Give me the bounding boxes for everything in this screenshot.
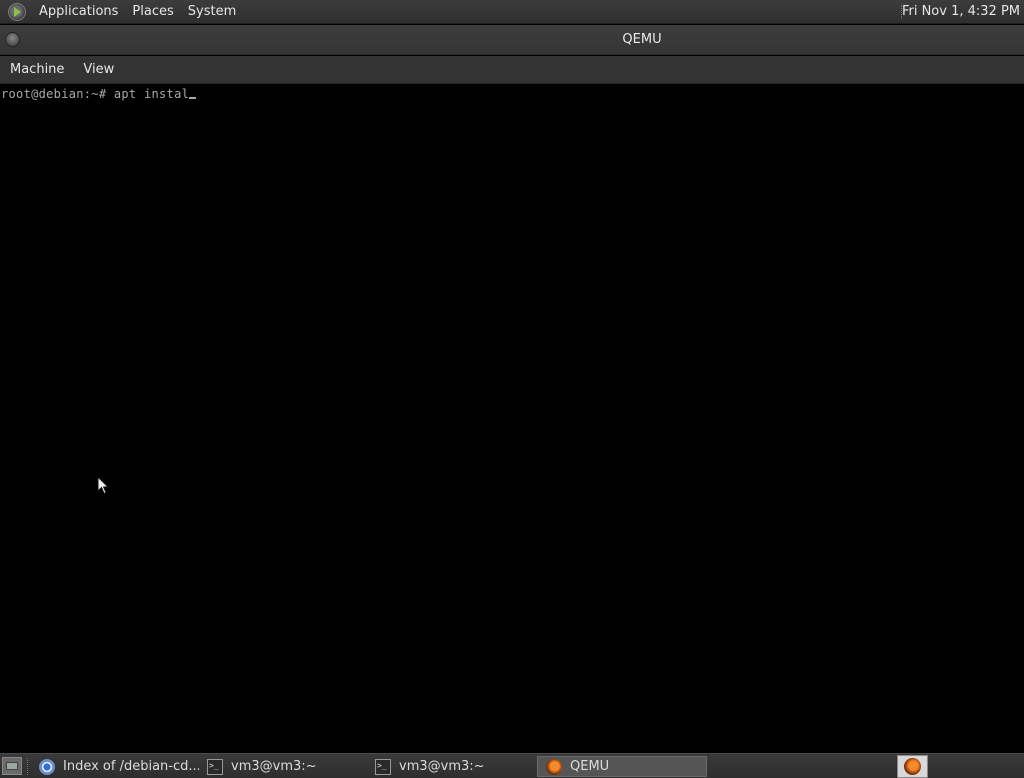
task-qemu[interactable]: QEMU: [537, 756, 707, 777]
mouse-pointer-icon: [97, 476, 109, 495]
terminal-icon: [207, 758, 223, 775]
console-prompt: root@debian:~#: [1, 87, 114, 101]
applications-logo-icon[interactable]: [8, 3, 26, 21]
task-label: QEMU: [570, 759, 610, 774]
task-browser[interactable]: Index of /debian-cd...: [31, 756, 199, 777]
console-line: root@debian:~# apt instal: [1, 87, 197, 101]
menu-places[interactable]: Places: [125, 0, 180, 24]
menu-applications[interactable]: Applications: [32, 0, 125, 24]
menu-view[interactable]: View: [73, 56, 123, 84]
tray-qemu[interactable]: [897, 755, 928, 778]
chromium-icon: [39, 758, 55, 775]
top-panel-menu: Applications Places System: [0, 0, 243, 24]
qemu-icon: [546, 758, 562, 775]
task-label: Index of /debian-cd...: [63, 759, 199, 774]
qemu-menubar: Machine View: [0, 56, 1024, 84]
clock[interactable]: Fri Nov 1, 4:32 PM: [902, 0, 1020, 24]
window-titlebar[interactable]: QEMU: [0, 25, 1024, 55]
menu-system[interactable]: System: [181, 0, 243, 24]
window-title: QEMU: [622, 32, 662, 47]
terminal-icon: [375, 758, 391, 775]
menu-machine[interactable]: Machine: [0, 56, 73, 84]
task-label: vm3@vm3:~: [231, 759, 317, 774]
vm-console[interactable]: root@debian:~# apt instal: [0, 84, 1024, 753]
top-panel: Applications Places System Fri Nov 1, 4:…: [0, 0, 1024, 24]
show-desktop-icon[interactable]: [2, 757, 22, 775]
task-terminal-2[interactable]: vm3@vm3:~: [367, 756, 535, 777]
console-command: apt instal: [113, 87, 190, 101]
task-label: vm3@vm3:~: [399, 759, 485, 774]
qemu-icon: [904, 758, 921, 775]
taskbar: Index of /debian-cd... vm3@vm3:~ vm3@vm3…: [0, 753, 1024, 778]
taskbar-separator: [27, 758, 28, 775]
task-terminal-1[interactable]: vm3@vm3:~: [199, 756, 367, 777]
text-cursor: [189, 97, 197, 99]
